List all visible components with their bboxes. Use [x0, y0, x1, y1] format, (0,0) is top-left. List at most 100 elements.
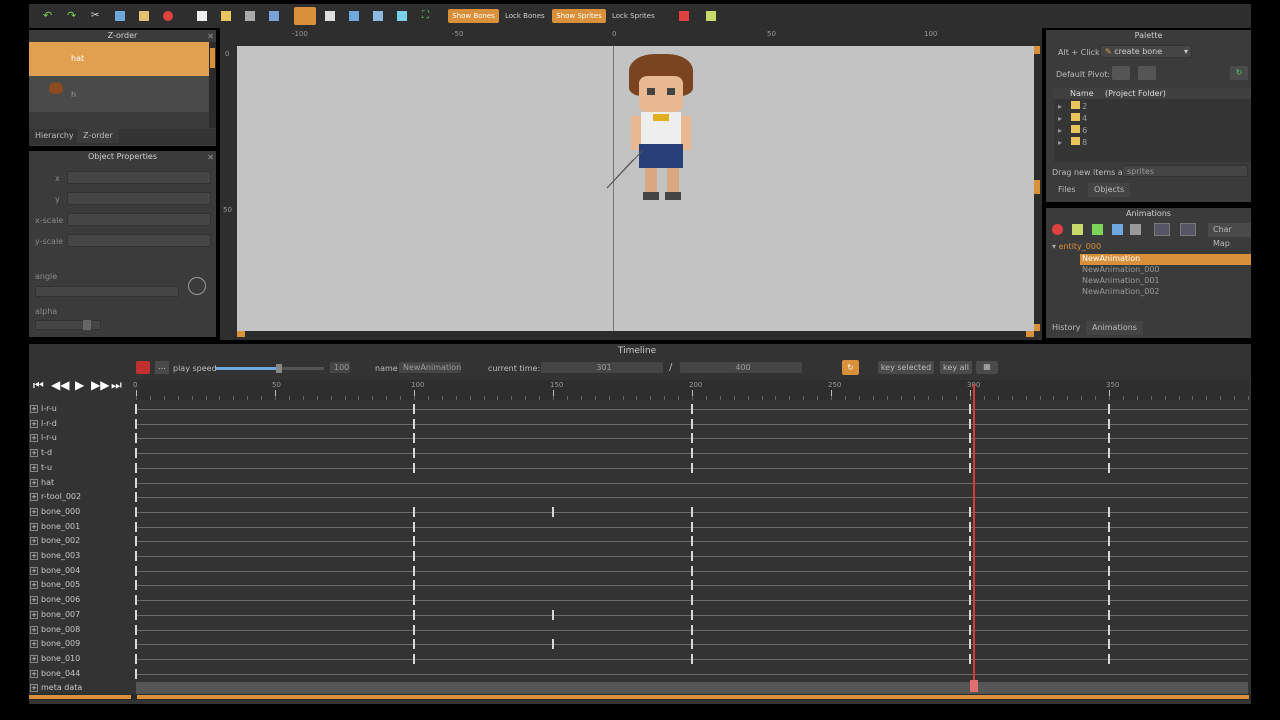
x-scale-field[interactable]: [67, 213, 211, 226]
keyframe[interactable]: [135, 418, 137, 429]
keyframe[interactable]: [552, 609, 554, 620]
keyframe[interactable]: [691, 418, 693, 429]
keyframe[interactable]: [691, 448, 693, 459]
keyframe[interactable]: [969, 536, 971, 547]
tab-files[interactable]: Files: [1052, 183, 1082, 197]
tab-animations[interactable]: Animations: [1086, 321, 1143, 335]
track-line[interactable]: [136, 482, 1248, 484]
lock-bones-button[interactable]: Lock Bones: [505, 9, 545, 23]
keyframe[interactable]: [969, 448, 971, 459]
tab-history[interactable]: History: [1046, 321, 1086, 335]
keyframe[interactable]: [413, 639, 415, 650]
play-speed-field[interactable]: 100: [329, 361, 351, 374]
track-label[interactable]: + bone_044: [29, 667, 131, 681]
zorder-item-h[interactable]: h: [29, 76, 209, 112]
view-icon-2[interactable]: [349, 11, 359, 21]
keyframe[interactable]: [413, 433, 415, 444]
play-icon[interactable]: ▶: [75, 377, 84, 393]
view-icon-1[interactable]: [325, 11, 335, 21]
tab-objects[interactable]: Objects: [1088, 183, 1131, 197]
key-all-button[interactable]: key all: [940, 361, 972, 374]
keyframe[interactable]: [691, 624, 693, 635]
keyframe[interactable]: [413, 624, 415, 635]
keyframe[interactable]: [413, 404, 415, 414]
keyframe[interactable]: [413, 609, 415, 620]
drag-items-select[interactable]: sprites: [1122, 165, 1248, 177]
keyframe[interactable]: [969, 653, 971, 664]
save-as-icon[interactable]: [269, 11, 279, 21]
keyframe[interactable]: [1108, 653, 1110, 664]
keyframe[interactable]: [135, 448, 137, 459]
keyframe[interactable]: [1108, 418, 1110, 429]
animation-item[interactable]: NewAnimation: [1080, 254, 1251, 265]
keyframe[interactable]: [969, 639, 971, 650]
paste-icon[interactable]: [139, 11, 149, 21]
keyframe[interactable]: [1108, 462, 1110, 473]
expand-plus-icon[interactable]: +: [30, 449, 38, 458]
keyframe[interactable]: [1108, 551, 1110, 561]
expand-plus-icon[interactable]: +: [30, 581, 38, 590]
track-label[interactable]: + bone_001: [29, 520, 131, 534]
keyframe[interactable]: [135, 653, 137, 664]
current-time-field[interactable]: 301: [540, 361, 664, 374]
playhead-handle[interactable]: [969, 680, 978, 692]
expand-plus-icon[interactable]: +: [30, 507, 38, 516]
track-label[interactable]: + bone_000: [29, 505, 131, 519]
track-label[interactable]: + l-r-u: [29, 431, 131, 445]
track-label[interactable]: + bone_008: [29, 623, 131, 637]
refresh-icon[interactable]: ↻: [1230, 66, 1248, 80]
step-forward-icon[interactable]: ▶▶: [91, 377, 109, 393]
keyframe[interactable]: [969, 609, 971, 620]
open-folder-icon[interactable]: [221, 11, 231, 21]
expand-plus-icon[interactable]: +: [30, 522, 38, 531]
track-label[interactable]: + bone_010: [29, 652, 131, 666]
tab-hierarchy[interactable]: Hierarchy: [29, 129, 80, 143]
skip-start-icon[interactable]: ⏮: [33, 377, 44, 393]
keyframe[interactable]: [135, 462, 137, 473]
cut-icon[interactable]: ✂: [91, 11, 101, 21]
track-line[interactable]: [136, 673, 1248, 675]
keyframe[interactable]: [135, 668, 137, 679]
record-icon[interactable]: [679, 11, 689, 21]
play-speed-slider[interactable]: [216, 364, 324, 373]
canvas-vscroll[interactable]: [1034, 46, 1040, 331]
keyframe[interactable]: [135, 639, 137, 650]
keyframe[interactable]: [413, 565, 415, 576]
keyframe[interactable]: [969, 595, 971, 606]
lock-sprites-button[interactable]: Lock Sprites: [612, 9, 655, 23]
expand-plus-icon[interactable]: +: [30, 566, 38, 575]
fullscreen-icon[interactable]: [1180, 223, 1196, 236]
animation-item[interactable]: NewAnimation_001: [1080, 276, 1251, 287]
folder-item[interactable]: ▸ 8: [1058, 137, 1087, 148]
add-animation-icon[interactable]: [1092, 224, 1103, 235]
view-icon-3[interactable]: [373, 11, 383, 21]
keyframe[interactable]: [1108, 639, 1110, 650]
keyframe[interactable]: [691, 506, 693, 517]
keyframe[interactable]: [691, 521, 693, 532]
keyframe[interactable]: [1108, 433, 1110, 444]
expand-plus-icon[interactable]: +: [30, 552, 38, 560]
expand-plus-icon[interactable]: +: [30, 625, 38, 634]
tab-zorder[interactable]: Z-order: [77, 129, 119, 143]
keyframe[interactable]: [413, 506, 415, 517]
expand-plus-icon[interactable]: +: [30, 537, 38, 546]
undo-icon[interactable]: ↶: [43, 10, 53, 21]
film-icon[interactable]: ▦: [976, 361, 998, 374]
canvas-hscroll[interactable]: [237, 331, 1034, 337]
expand-plus-icon[interactable]: +: [30, 684, 38, 693]
expand-plus-icon[interactable]: +: [30, 669, 38, 678]
keyframe[interactable]: [1108, 448, 1110, 459]
keyframe[interactable]: [1108, 536, 1110, 547]
zorder-item-hat[interactable]: hat: [29, 42, 209, 76]
keyframe[interactable]: [691, 595, 693, 606]
keyframe[interactable]: [135, 595, 137, 606]
export-icon[interactable]: [706, 11, 716, 21]
keyframe[interactable]: [135, 551, 137, 561]
track-label[interactable]: + bone_002: [29, 534, 131, 548]
track-label[interactable]: + t-d: [29, 446, 131, 460]
expand-plus-icon[interactable]: +: [30, 596, 38, 605]
track-label[interactable]: + r-tool_002: [29, 490, 131, 504]
keyframe[interactable]: [1108, 506, 1110, 517]
track-label[interactable]: + t-u: [29, 461, 131, 475]
expand-plus-icon[interactable]: +: [30, 493, 38, 502]
